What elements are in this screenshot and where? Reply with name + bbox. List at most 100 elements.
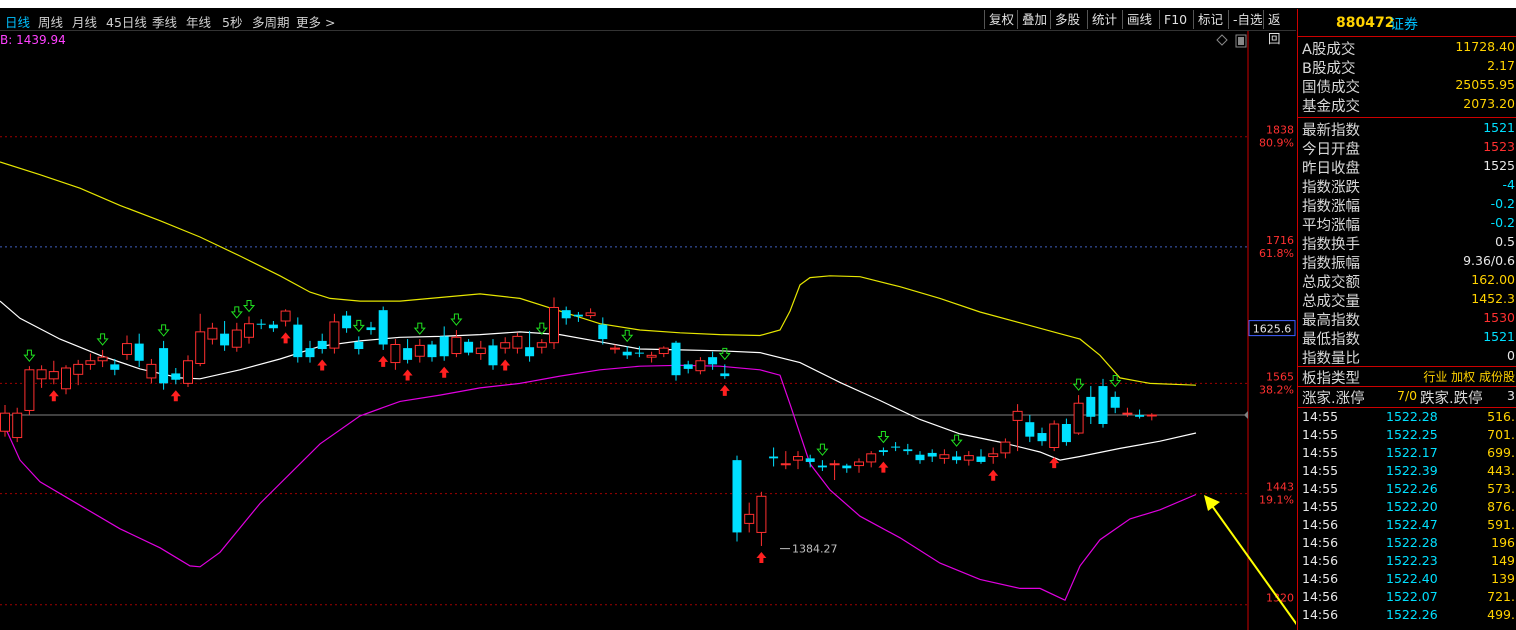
candle-body <box>671 342 681 376</box>
down-arrow-icon <box>450 313 463 326</box>
f10-button[interactable]: F10 <box>1159 10 1191 29</box>
candle-body <box>817 465 827 468</box>
row-label: 平均涨幅 <box>1302 218 1360 234</box>
tick-time: 14:55 <box>1302 481 1339 496</box>
tab-monthly[interactable]: 月线 <box>72 12 97 31</box>
candle-body <box>1012 410 1023 421</box>
ma-label: B: 1439.94 <box>0 33 66 47</box>
down-arrow-icon <box>1072 378 1085 391</box>
candle-body <box>976 456 986 462</box>
divider <box>1298 407 1516 408</box>
row-value: -0.2 <box>1490 215 1515 230</box>
tick-time: 14:55 <box>1302 463 1339 478</box>
tick-volume: 591. <box>1487 517 1515 532</box>
candle-body <box>829 463 840 466</box>
candle-body <box>48 371 59 380</box>
overlay-button[interactable]: 叠加 <box>1017 10 1051 29</box>
draw-line-button[interactable]: 画线 <box>1122 10 1156 29</box>
down-arrow-icon <box>413 322 426 335</box>
index-row: 总成交量 1452.3 <box>1298 290 1516 310</box>
candle-body <box>378 310 388 345</box>
statistics-button[interactable]: 统计 <box>1087 10 1121 29</box>
tab-weekly[interactable]: 周线 <box>38 12 63 31</box>
row-value: 25055.95 <box>1455 77 1515 92</box>
tick-price: 1522.25 <box>1386 427 1438 442</box>
multi-stock-button[interactable]: 多股 <box>1050 10 1084 29</box>
candle-body <box>1037 433 1047 442</box>
restore-rights-button[interactable]: 复权 <box>984 10 1018 29</box>
candle-body <box>220 333 230 346</box>
down-arrow-icon <box>877 430 890 444</box>
candle-body <box>1061 424 1071 443</box>
candle-body <box>1146 414 1157 417</box>
scroll-thumb <box>1238 37 1244 45</box>
candle-body <box>1098 386 1108 425</box>
watchlist-button[interactable]: -自选 <box>1228 10 1267 29</box>
down-arrow-icon <box>157 324 170 337</box>
trade-row: B股成交 2.17 <box>1298 57 1516 77</box>
down-arrow-icon <box>242 299 256 313</box>
trade-row: 基金成交 2073.20 <box>1298 95 1516 115</box>
up-arrow-icon <box>48 390 59 402</box>
candle-body <box>695 360 706 372</box>
tick-price: 1522.17 <box>1386 445 1438 460</box>
candle-body <box>1000 441 1011 454</box>
candle-body <box>573 314 583 317</box>
candle-body <box>354 341 364 350</box>
mark-button[interactable]: 标记 <box>1193 10 1227 29</box>
last-price-marker <box>1244 410 1248 419</box>
row-label: 最新指数 <box>1302 123 1360 139</box>
index-code: 880472 <box>1336 15 1395 31</box>
tick-volume: 516. <box>1487 409 1515 424</box>
candle-body <box>756 495 767 533</box>
candle-body <box>805 458 815 462</box>
candle-body <box>1073 402 1084 434</box>
candle-body <box>280 310 291 322</box>
tick-price: 1522.20 <box>1386 499 1438 514</box>
tick-price: 1522.23 <box>1386 553 1438 568</box>
row-value: -0.2 <box>1490 196 1515 211</box>
trade-row: 国债成交 25055.95 <box>1298 76 1516 96</box>
tab-more[interactable]: 更多 > <box>296 12 335 31</box>
row-value: -4 <box>1502 177 1515 192</box>
updown-count: 7/0 <box>1397 388 1418 403</box>
tick-time: 14:56 <box>1302 553 1339 568</box>
index-row: 总成交额 162.00 <box>1298 271 1516 291</box>
back-button[interactable]: 返回 <box>1263 10 1296 46</box>
up-arrow-icon <box>988 469 999 481</box>
row-value: 1521 <box>1483 329 1515 344</box>
candle-body <box>939 454 950 459</box>
price-level-label: 1320 <box>1266 592 1294 605</box>
row-label: 最低指数 <box>1302 332 1360 348</box>
candle-body <box>598 324 608 340</box>
row-value: 3 <box>1507 388 1515 403</box>
index-row: 指数量比 0 <box>1298 347 1516 367</box>
row-value: 2073.20 <box>1463 96 1515 111</box>
row-label: 总成交量 <box>1302 294 1360 310</box>
candle-body <box>122 343 132 355</box>
candle-body <box>1110 396 1120 408</box>
tab-5sec[interactable]: 5秒 <box>222 12 242 31</box>
candlestick-chart[interactable]: 183880.9% 171661.8% 156538.2% 144319.1% 1320… <box>0 31 1296 630</box>
tick-time: 14:56 <box>1302 517 1339 532</box>
candle-body <box>36 369 47 380</box>
candle-body <box>708 357 718 365</box>
tick-volume: 499. <box>1487 607 1515 622</box>
lower-band-line <box>0 364 1197 602</box>
tab-yearly[interactable]: 年线 <box>186 12 211 31</box>
candle-body <box>1025 422 1035 437</box>
candle-body <box>720 373 730 377</box>
tab-daily[interactable]: 日线 <box>5 12 30 31</box>
tab-multi-period[interactable]: 多周期 <box>252 12 290 31</box>
down-arrow-icon <box>621 329 634 343</box>
upper-band-line <box>0 161 1197 386</box>
index-row: 指数振幅 9.36/0.6 <box>1298 252 1516 272</box>
tick-price: 1522.26 <box>1386 481 1438 496</box>
tab-quarterly[interactable]: 季线 <box>152 12 177 31</box>
candle-body <box>329 321 340 349</box>
tick-time: 14:56 <box>1302 607 1339 622</box>
down-arrow-icon <box>23 349 36 362</box>
candle-body <box>634 352 644 354</box>
candle-body <box>24 369 35 411</box>
tab-45day[interactable]: 45日线 <box>106 12 147 31</box>
